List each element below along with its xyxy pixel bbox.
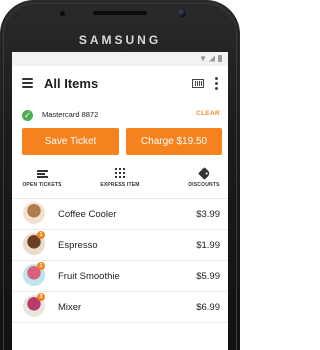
item-price: $3.99 (196, 209, 220, 220)
quick-actions-bar: OPEN TICKETS EXPRESS ITEM DISCOUNTS (12, 162, 228, 199)
quantity-badge: 1 (37, 231, 45, 239)
payment-card-row: ✓ Mastercard 8872 CLEAR (12, 102, 228, 128)
quantity-badge: 1 (37, 262, 45, 270)
barcode-scan-icon[interactable] (192, 79, 204, 88)
quantity-badge: 3 (37, 293, 45, 301)
signal-icon (209, 55, 215, 62)
battery-icon (218, 55, 222, 62)
phone-frame: SAMSUNG All Items ✓ Mastercard 8872 CLEA… (0, 0, 240, 350)
front-camera (178, 9, 186, 17)
express-item-label: EXPRESS ITEM (100, 182, 140, 188)
item-list: Coffee Cooler $3.99 1 Espresso $1.99 1 F… (12, 199, 228, 323)
item-price: $1.99 (196, 240, 220, 251)
menu-icon[interactable] (22, 78, 33, 88)
express-item-button[interactable]: EXPRESS ITEM (96, 166, 144, 188)
item-name: Espresso (58, 240, 98, 251)
discounts-label: DISCOUNTS (188, 182, 220, 188)
page-title: All Items (44, 76, 99, 91)
list-item[interactable]: Coffee Cooler $3.99 (12, 199, 228, 230)
item-thumbnail: 3 (23, 293, 45, 317)
tag-icon (197, 167, 211, 180)
list-item[interactable]: 1 Espresso $1.99 (12, 230, 228, 261)
discounts-button[interactable]: DISCOUNTS (184, 166, 224, 188)
ticket-list-icon (36, 170, 48, 178)
more-options-icon[interactable] (215, 77, 218, 90)
open-tickets-label: OPEN TICKETS (22, 182, 62, 188)
item-thumbnail: 1 (23, 262, 45, 286)
check-icon: ✓ (22, 110, 33, 121)
app-screen: All Items ✓ Mastercard 8872 CLEAR Save T… (12, 52, 228, 350)
card-label: Mastercard 8872 (42, 110, 99, 119)
status-bar (12, 52, 228, 66)
item-name: Coffee Cooler (58, 209, 117, 220)
clear-button[interactable]: CLEAR (196, 110, 220, 117)
keypad-icon (115, 168, 125, 178)
list-item[interactable]: 1 Fruit Smoothie $5.99 (12, 261, 228, 292)
item-price: $6.99 (196, 302, 220, 313)
app-bar: All Items (12, 66, 228, 102)
earpiece-speaker (93, 11, 147, 15)
item-name: Fruit Smoothie (58, 271, 120, 282)
item-price: $5.99 (196, 271, 220, 282)
save-ticket-button[interactable]: Save Ticket (22, 128, 119, 155)
device-brand: SAMSUNG (78, 33, 162, 47)
status-icons (200, 55, 222, 62)
charge-button[interactable]: Charge $19.50 (126, 128, 222, 155)
open-tickets-button[interactable]: OPEN TICKETS (20, 166, 64, 188)
item-name: Mixer (58, 302, 82, 313)
coffee-cooler-image (23, 202, 45, 224)
wifi-icon (200, 55, 206, 62)
list-item[interactable]: 3 Mixer $6.99 (12, 292, 228, 323)
proximity-sensor (60, 11, 65, 16)
action-buttons: Save Ticket Charge $19.50 (12, 128, 228, 162)
item-thumbnail (23, 202, 45, 224)
item-thumbnail: 1 (23, 231, 45, 255)
